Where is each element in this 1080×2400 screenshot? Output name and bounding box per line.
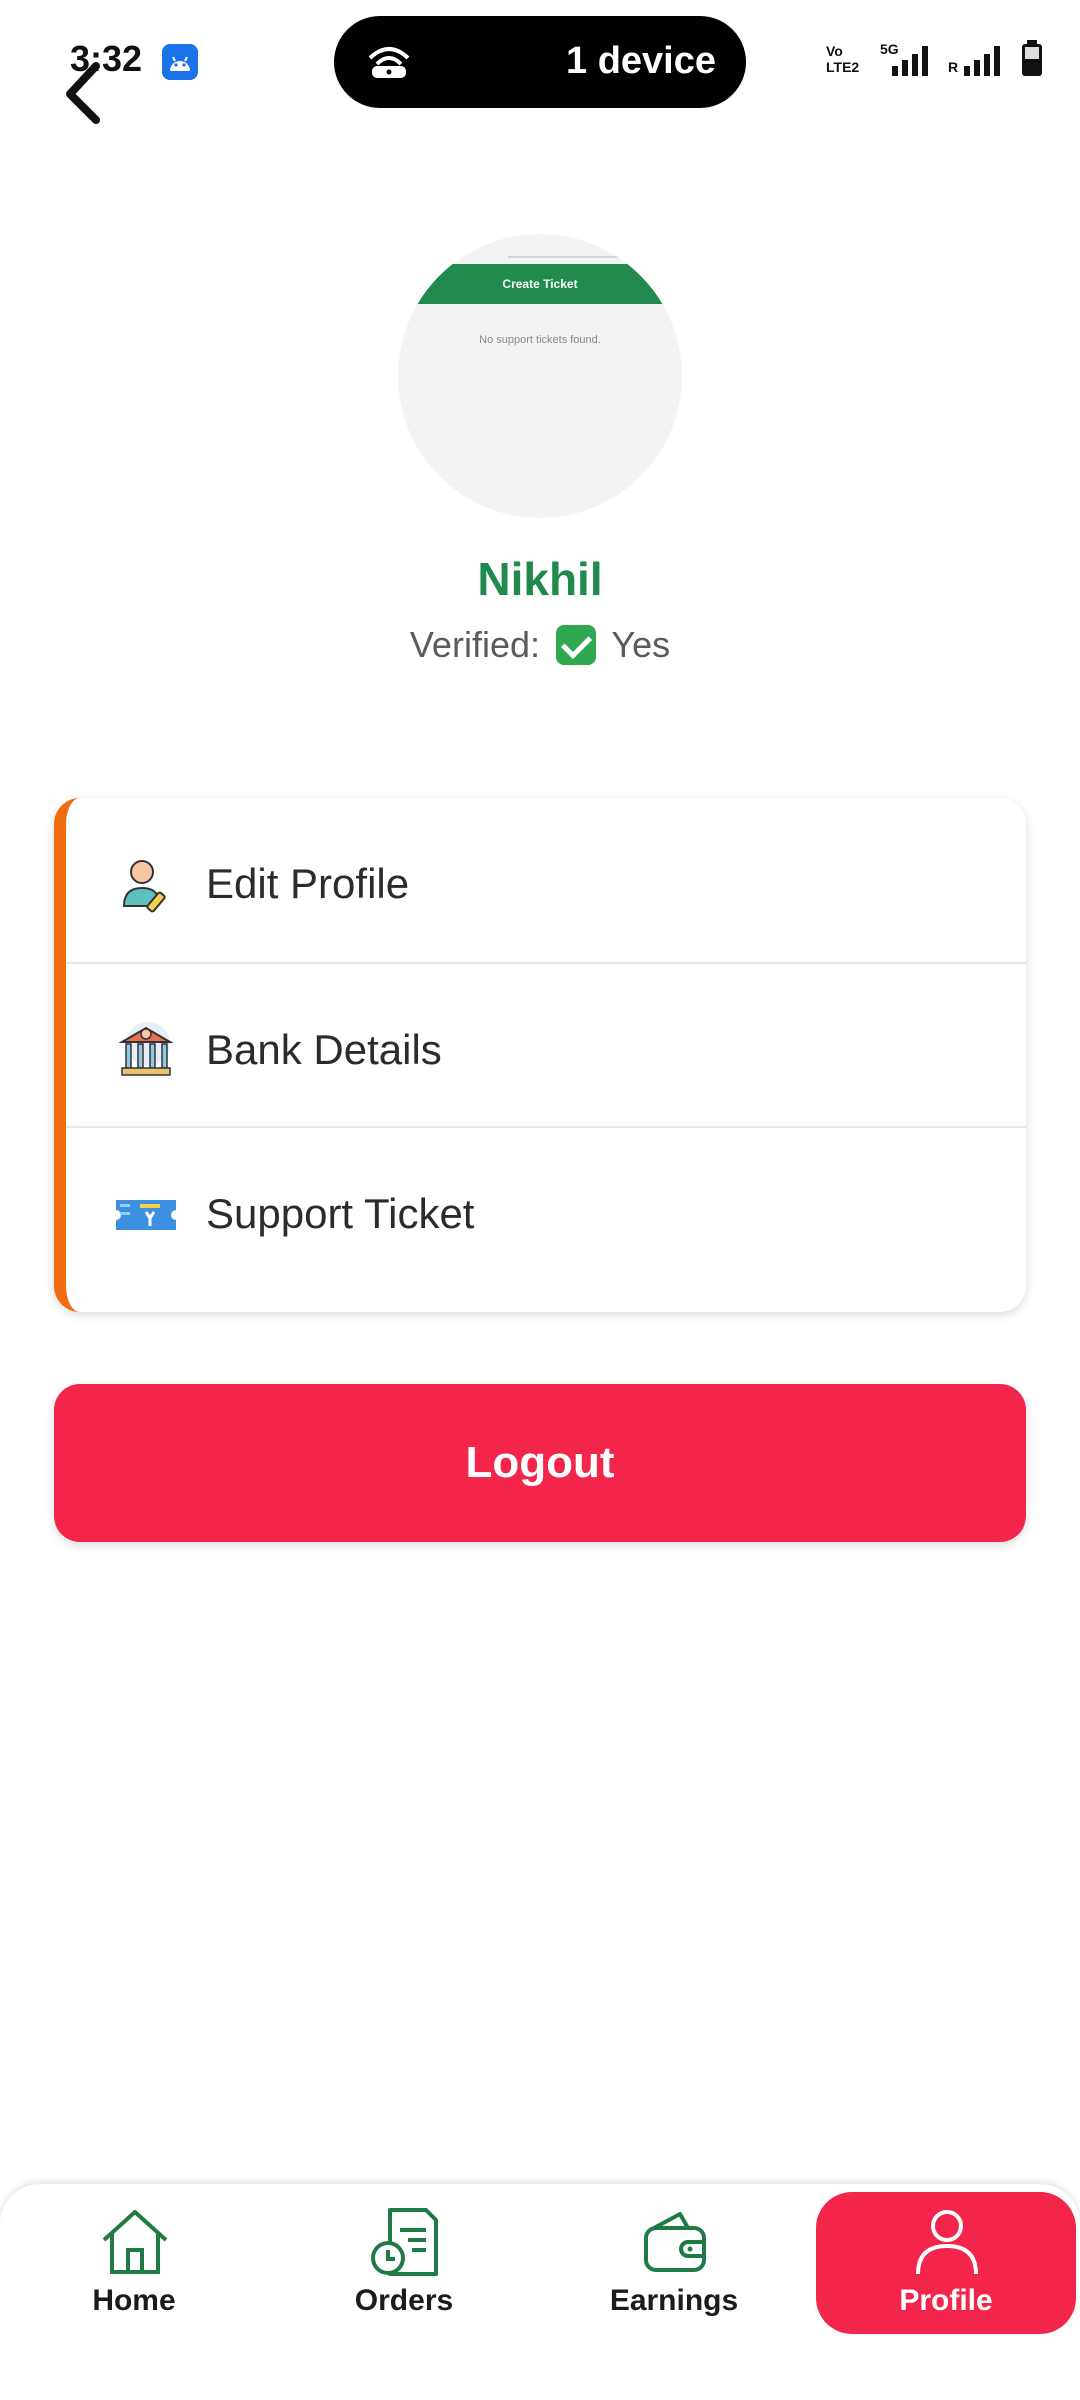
hotspot-icon [368, 47, 410, 78]
hotspot-pill[interactable]: 1 device [334, 16, 746, 108]
avatar-preview-empty-text: No support tickets found. [479, 334, 601, 346]
avatar-preview-divider [508, 256, 618, 258]
menu-item-edit-profile[interactable]: Edit Profile [66, 798, 1026, 962]
bank-icon [118, 1022, 174, 1076]
menu-item-bank-details[interactable]: Bank Details [66, 962, 1026, 1128]
wallet-icon [644, 2212, 706, 2272]
verified-label: Verified: [409, 624, 540, 665]
home-icon [102, 2210, 168, 2274]
bottom-nav: Home Orders Earnings Profile [0, 2184, 1080, 2400]
profile-menu: Edit Profile Bank Details Support Ticket [54, 798, 1026, 1312]
user-name: Nikhil [477, 553, 603, 605]
avatar[interactable]: Create Ticket No support tickets found. [398, 234, 682, 518]
orders-icon [371, 2208, 438, 2276]
verified-status: Verified: Yes [0, 624, 1080, 666]
nav-label-profile: Profile [899, 2284, 993, 2317]
edit-profile-icon [122, 860, 166, 913]
nav-item-profile[interactable]: Profile [816, 2192, 1076, 2334]
check-icon [556, 625, 596, 665]
verified-value: Yes [611, 624, 671, 665]
volte-label: Vo [826, 43, 843, 59]
nav-item-home[interactable]: Home [4, 2192, 264, 2334]
back-button[interactable] [56, 58, 116, 128]
user-icon [916, 2210, 978, 2275]
menu-label-support-ticket: Support Ticket [206, 1190, 475, 1237]
menu-label-edit-profile: Edit Profile [206, 860, 410, 907]
avatar-preview-create-ticket: Create Ticket [398, 264, 682, 304]
hotspot-device-count: 1 device [566, 40, 716, 82]
nav-label-home: Home [92, 2284, 176, 2317]
back-arrow-icon [66, 62, 100, 124]
menu-label-bank-details: Bank Details [206, 1026, 442, 1073]
logout-button[interactable]: Logout [54, 1384, 1026, 1542]
ticket-icon [116, 1200, 176, 1230]
nav-item-orders[interactable]: Orders [274, 2192, 534, 2334]
nav-item-earnings[interactable]: Earnings [544, 2192, 804, 2334]
menu-item-support-ticket[interactable]: Support Ticket [66, 1126, 1026, 1292]
nav-label-earnings: Earnings [609, 2284, 739, 2317]
nav-label-orders: Orders [354, 2284, 454, 2317]
